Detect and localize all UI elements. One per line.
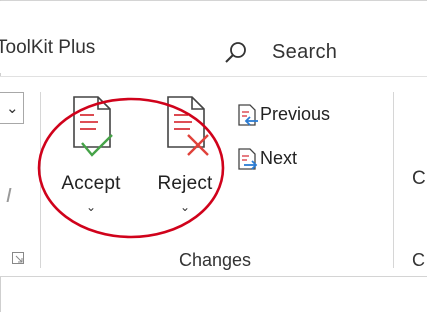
previous-label: Previous [260,104,331,124]
tab-toolkit-plus[interactable]: ToolKit Plus [0,37,95,59]
ribbon-bottom-border [0,276,427,277]
highlight-ellipse [37,97,225,239]
group-separator-right [393,92,394,268]
title-bar: ToolKit Plus Search [0,1,427,73]
previous-button[interactable]: Previous [236,103,366,129]
changes-group-label: Changes [178,250,252,270]
previous-group-dropdown[interactable]: ⌄ [0,92,24,124]
partial-next-group-label: C [412,250,425,270]
previous-change-icon [238,104,258,126]
search-icon[interactable] [224,41,248,65]
next-label: Next [260,148,298,168]
search-box[interactable]: Search [272,41,337,64]
partial-next-group-button[interactable]: C [412,168,426,190]
dialog-launcher-icon[interactable] [12,252,24,264]
chevron-down-icon: ⌄ [6,100,19,117]
next-change-icon [238,148,258,170]
next-button[interactable]: Next [236,147,336,173]
